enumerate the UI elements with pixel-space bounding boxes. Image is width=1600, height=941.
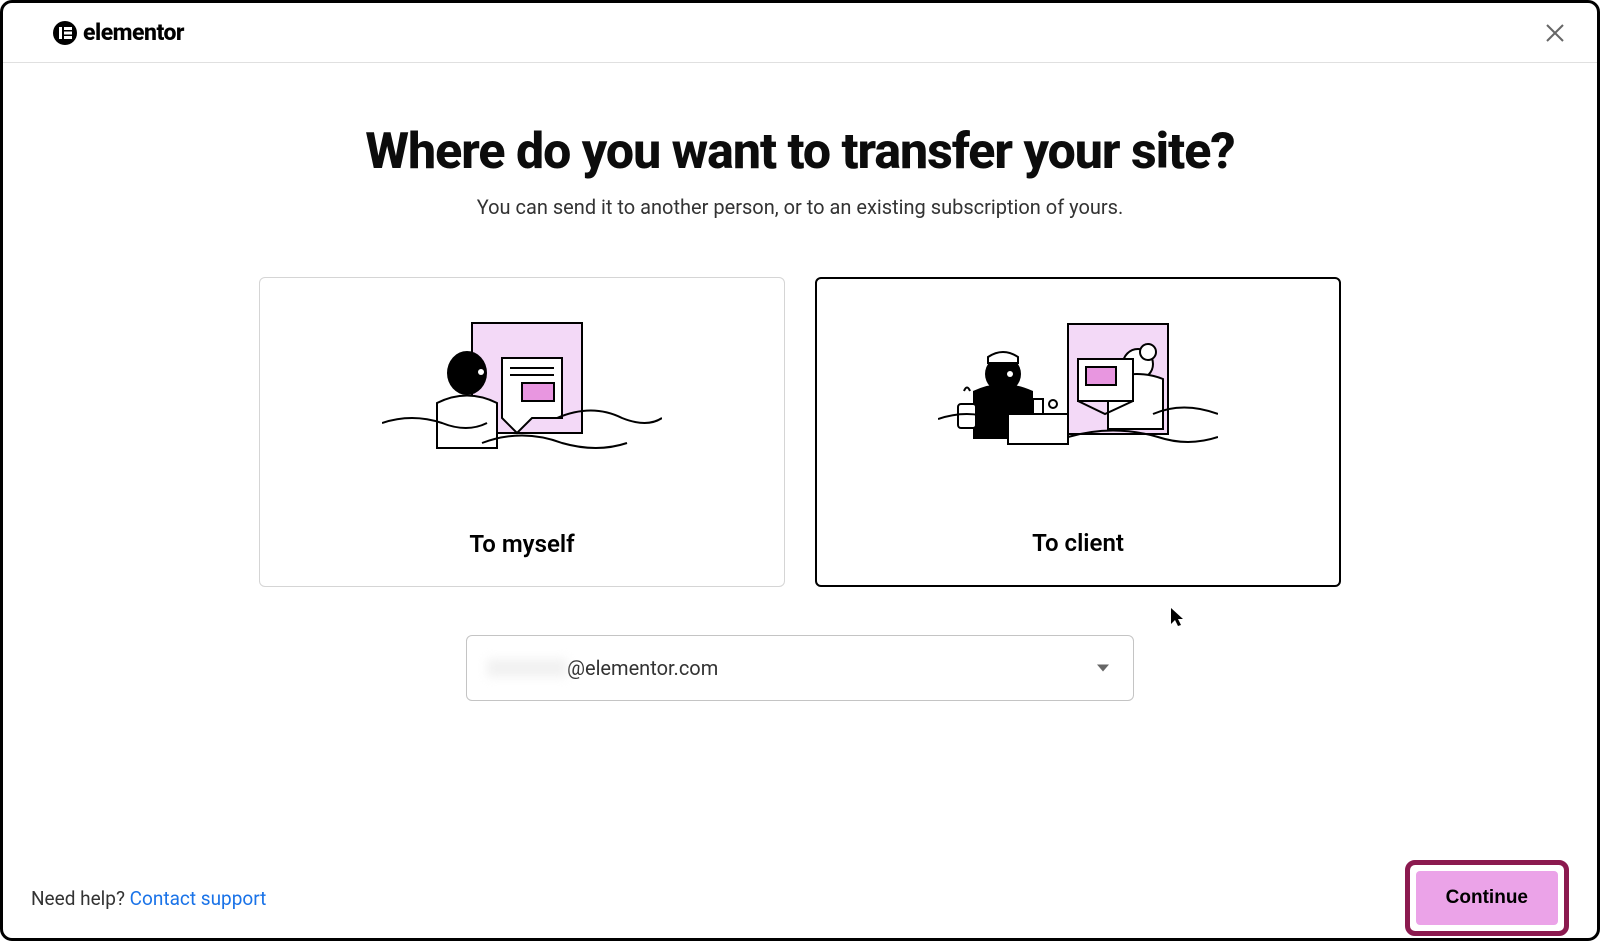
help-text: Need help? Contact support: [31, 887, 266, 910]
page-title: Where do you want to transfer your site?: [365, 123, 1234, 181]
continue-highlight: Continue: [1405, 860, 1569, 936]
close-button[interactable]: [1543, 21, 1567, 45]
modal-footer: Need help? Contact support Continue: [3, 858, 1597, 938]
modal-header: elementor: [3, 3, 1597, 63]
main-content: Where do you want to transfer your site?…: [3, 63, 1597, 701]
transfer-options: To myself: [259, 277, 1341, 587]
help-prefix: Need help?: [31, 887, 130, 910]
close-icon: [1546, 24, 1564, 42]
email-suffix: @elementor.com: [567, 656, 718, 680]
elementor-logo: elementor: [53, 19, 184, 46]
continue-button[interactable]: Continue: [1416, 871, 1558, 925]
email-value: @elementor.com: [487, 656, 718, 680]
email-redacted-prefix: [487, 659, 567, 677]
option-label-myself: To myself: [469, 530, 574, 558]
option-to-myself[interactable]: To myself: [259, 277, 785, 587]
elementor-logo-icon: [53, 21, 77, 45]
illustration-to-client: [938, 319, 1218, 489]
dropdown-caret-icon: [1097, 665, 1109, 672]
option-to-client[interactable]: To client: [815, 277, 1341, 587]
option-label-client: To client: [1032, 529, 1124, 557]
email-dropdown[interactable]: @elementor.com: [466, 635, 1134, 701]
page-subtitle: You can send it to another person, or to…: [477, 195, 1124, 219]
elementor-logo-text: elementor: [83, 19, 184, 46]
contact-support-link[interactable]: Contact support: [130, 887, 267, 910]
illustration-to-myself: [382, 318, 662, 488]
